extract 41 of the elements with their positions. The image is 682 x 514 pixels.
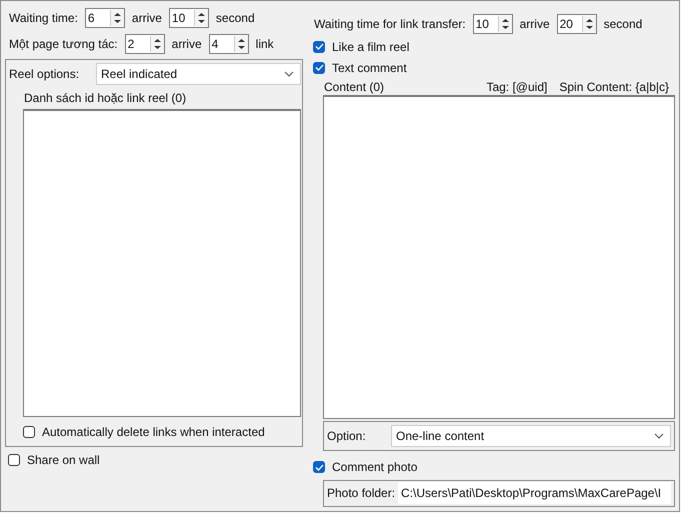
spinner-icon[interactable] — [110, 10, 124, 26]
number-field[interactable]: 10 — [168, 8, 209, 28]
field-label: Waiting time: — [9, 11, 78, 25]
unit-label: second — [216, 11, 255, 25]
number-field[interactable]: 4 — [208, 34, 249, 54]
field-label: Reel options: — [9, 67, 80, 81]
checkmark-icon — [314, 43, 324, 50]
chevron-down-icon — [284, 71, 294, 77]
field-label: Photo folder: — [327, 486, 396, 500]
text-comment-checkbox[interactable]: Text comment — [310, 57, 675, 78]
spinner-icon[interactable] — [194, 10, 208, 26]
unit-label: link — [256, 37, 274, 51]
field-label: arrive — [132, 11, 162, 25]
spinner-icon[interactable] — [150, 36, 164, 52]
field-label: Option: — [327, 429, 367, 444]
chevron-down-icon — [654, 433, 664, 440]
option-dropdown[interactable]: One-line content — [391, 425, 671, 448]
reel-options-dropdown[interactable]: Reel indicated — [96, 63, 301, 85]
comment-photo-checkbox[interactable]: Comment photo — [310, 456, 675, 478]
field-label: Một page tương tác: — [9, 37, 118, 51]
field-label: arrive — [520, 16, 550, 31]
checkmark-icon — [314, 64, 324, 71]
spinner-icon[interactable] — [234, 36, 248, 52]
tag-hint: Tag: [@uid] — [486, 80, 548, 94]
spinner-icon[interactable] — [582, 16, 596, 32]
number-field[interactable]: 20 — [556, 14, 597, 34]
share-on-wall-checkbox[interactable]: Share on wall — [5, 449, 303, 470]
number-field[interactable]: 6 — [84, 8, 125, 28]
number-field[interactable]: 2 — [124, 34, 165, 54]
content-title: Content (0) — [323, 80, 384, 94]
spinner-icon[interactable] — [498, 16, 512, 32]
like-reel-checkbox[interactable]: Like a film reel — [310, 36, 675, 58]
number-field[interactable]: 10 — [472, 14, 513, 34]
checkmark-icon — [314, 464, 324, 471]
field-label: arrive — [172, 37, 202, 51]
auto-delete-checkbox[interactable]: Automatically delete links when interacted — [9, 421, 301, 442]
photo-folder-field[interactable]: C:\Users\Pati\Desktop\Programs\MaxCarePage\I — [398, 482, 671, 504]
list-title: Danh sách id hoặc link reel (0) — [23, 91, 188, 105]
spin-content-hint: Spin Content: {a|b|c} — [559, 80, 669, 94]
field-label: Waiting time for link transfer: — [314, 16, 466, 31]
unit-label: second — [604, 16, 642, 31]
